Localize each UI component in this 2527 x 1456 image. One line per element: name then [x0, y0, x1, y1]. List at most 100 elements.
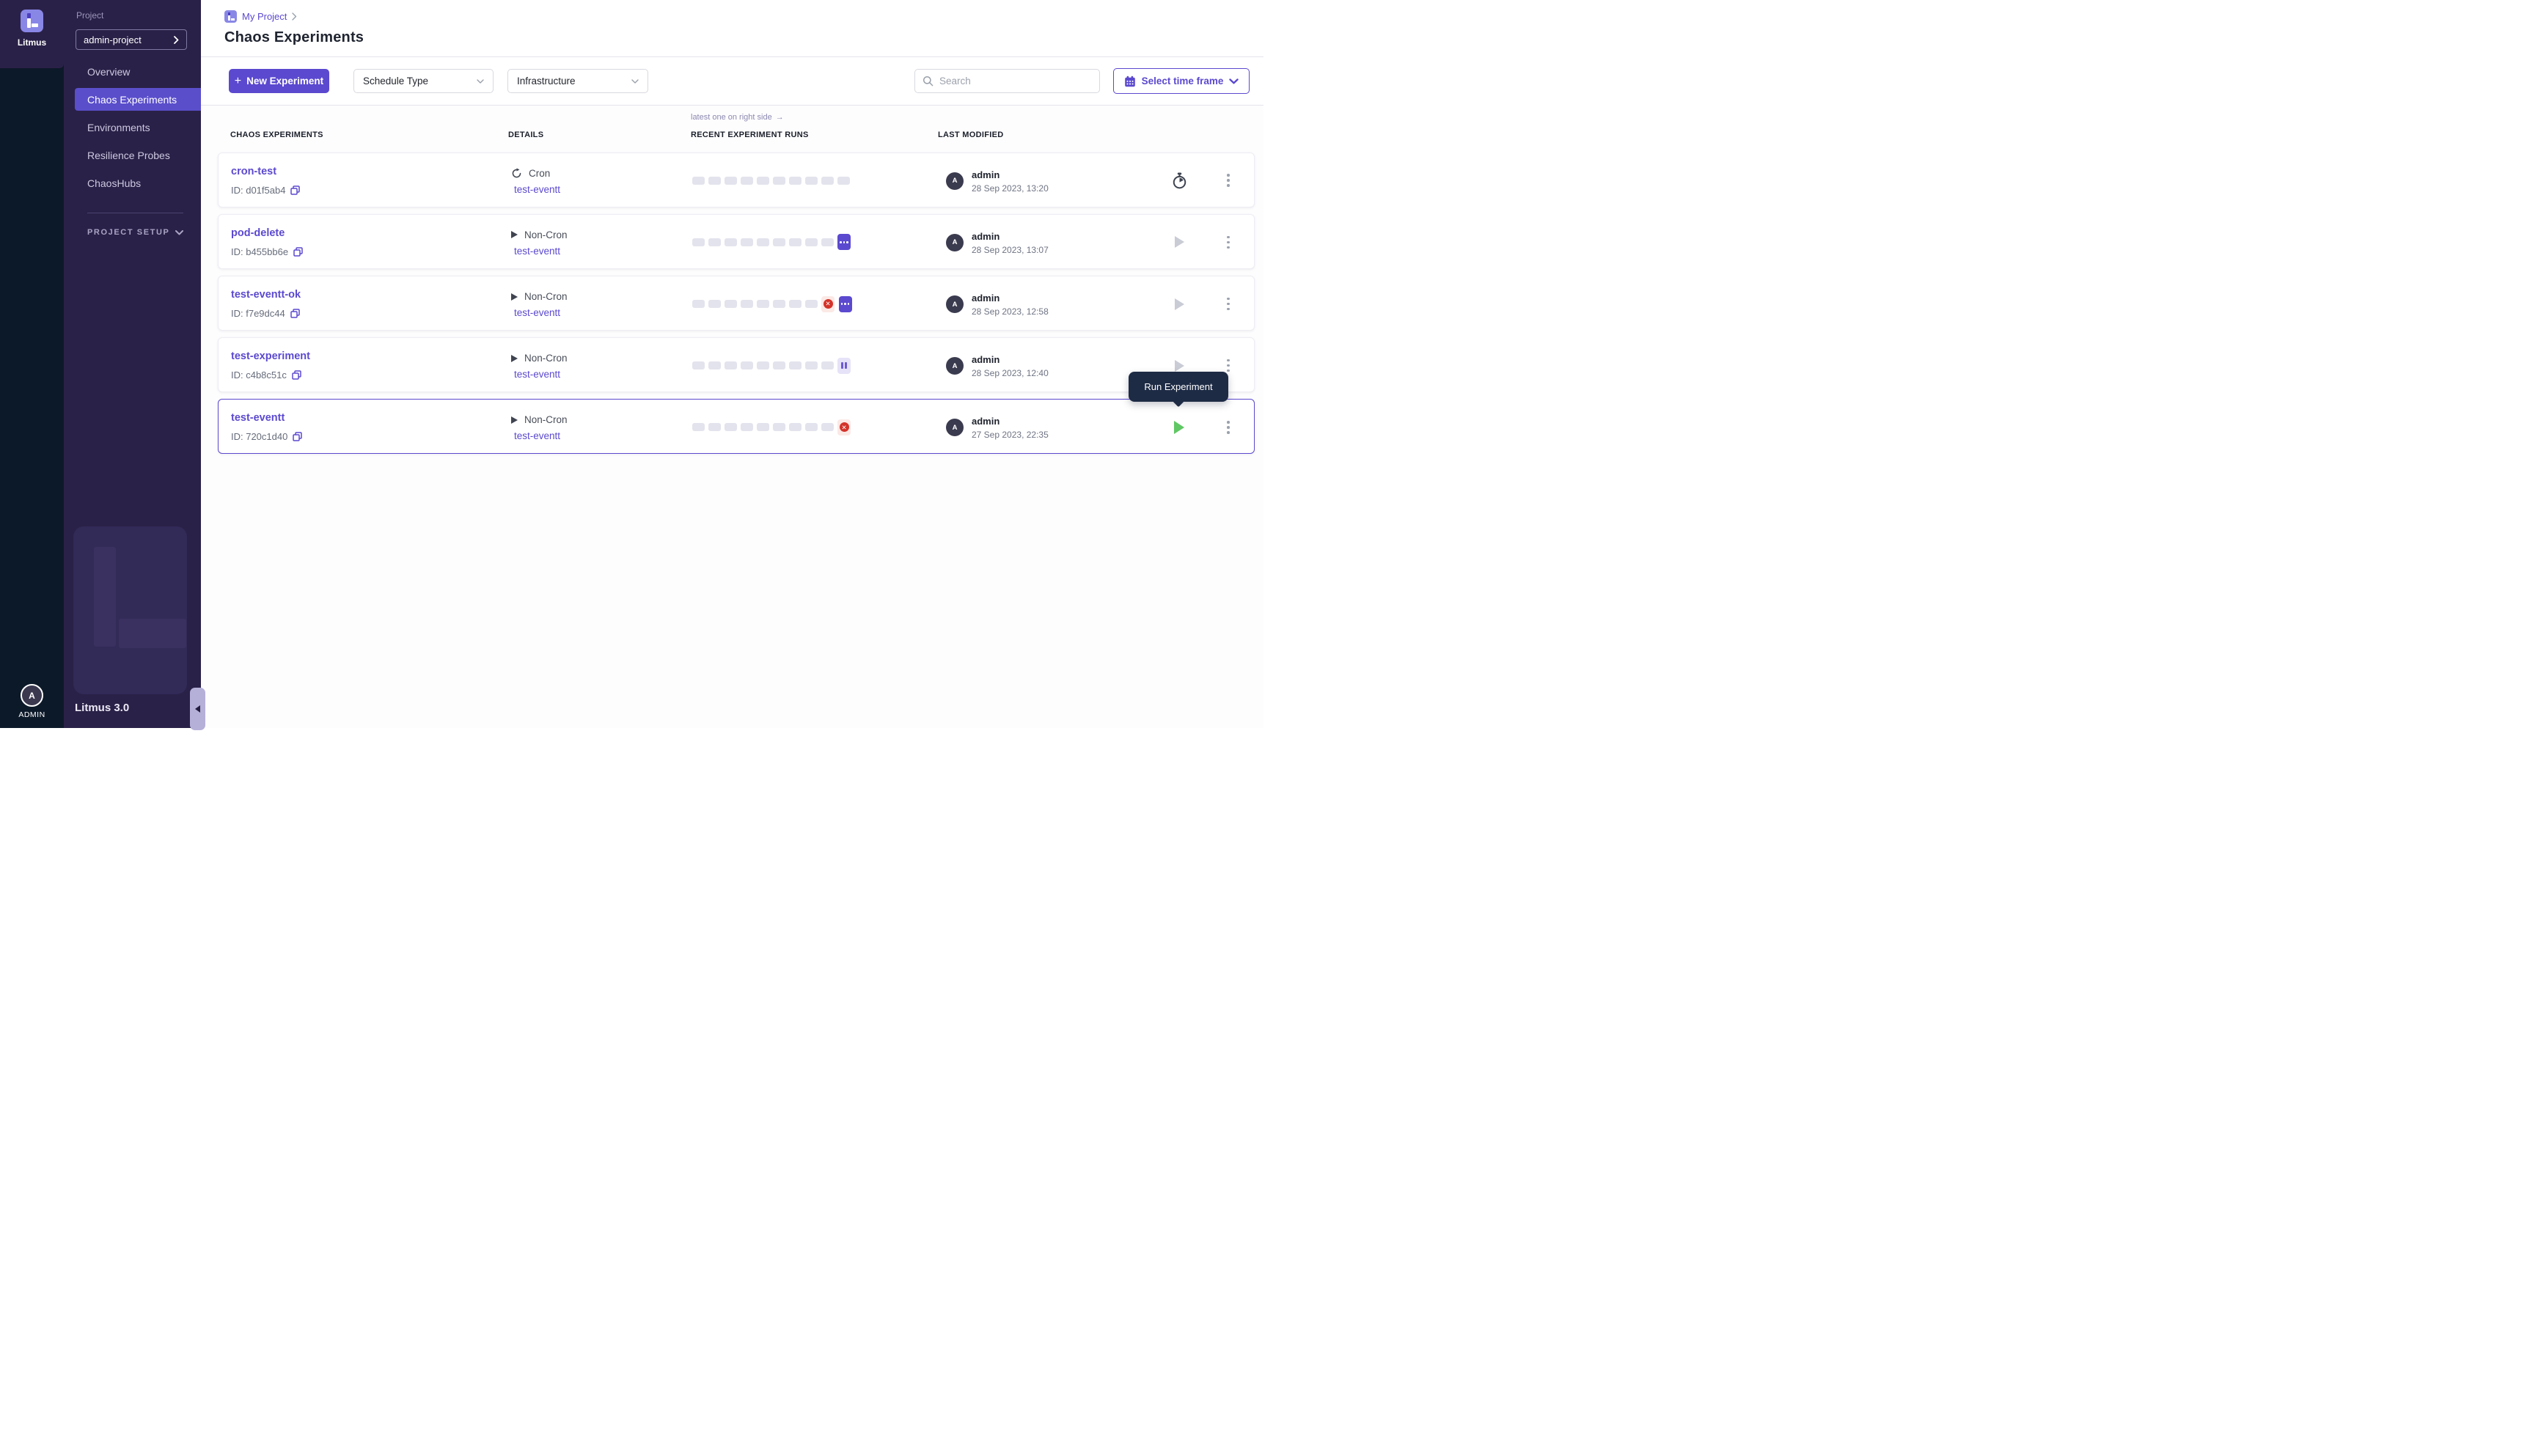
run-history-bar[interactable]: [805, 300, 818, 308]
run-history-bar[interactable]: [805, 361, 818, 369]
run-history-bar[interactable]: [725, 177, 737, 185]
table-row[interactable]: cron-testID: d01f5ab4Crontest-eventtAadm…: [218, 152, 1255, 207]
run-history-bar[interactable]: [692, 177, 705, 185]
schedule-type-dropdown[interactable]: Schedule Type: [353, 69, 494, 93]
run-status-failed[interactable]: ✕: [837, 419, 851, 435]
breadcrumb-my-project[interactable]: My Project: [242, 11, 287, 22]
run-history-bar[interactable]: [789, 238, 802, 246]
run-status-failed[interactable]: ✕: [821, 296, 835, 312]
collapse-arrow-icon: [195, 705, 200, 713]
search-input[interactable]: [939, 76, 1092, 87]
run-history-bar[interactable]: [708, 423, 721, 431]
run-history-bar[interactable]: [773, 361, 785, 369]
run-history-bar[interactable]: [692, 300, 705, 308]
run-history-bar[interactable]: [805, 423, 818, 431]
project-logo-icon[interactable]: [224, 10, 237, 23]
run-history-bar[interactable]: [821, 238, 834, 246]
infrastructure-link[interactable]: test-eventt: [514, 307, 560, 318]
run-history-bar[interactable]: [725, 300, 737, 308]
infrastructure-link[interactable]: test-eventt: [514, 246, 560, 257]
experiment-name-link[interactable]: test-eventt-ok: [231, 289, 301, 301]
infrastructure-link[interactable]: test-eventt: [514, 430, 560, 441]
copy-icon[interactable]: [293, 247, 303, 257]
sidebar-item-resilience-probes[interactable]: Resilience Probes: [75, 144, 201, 166]
copy-icon[interactable]: [290, 185, 300, 195]
experiment-id: ID: b455bb6e: [231, 246, 288, 257]
run-experiment-button[interactable]: [1169, 215, 1189, 270]
run-history-bar[interactable]: [789, 177, 802, 185]
run-history-bar[interactable]: [757, 300, 769, 308]
experiment-name-link[interactable]: pod-delete: [231, 227, 285, 239]
schedule-type: Non-Cron: [511, 229, 568, 240]
row-menu-button[interactable]: [1222, 276, 1235, 331]
row-menu-button[interactable]: [1222, 153, 1235, 208]
run-history-bar[interactable]: [821, 177, 834, 185]
run-history-bar[interactable]: [692, 423, 705, 431]
run-history-bar[interactable]: [789, 361, 802, 369]
page-title: Chaos Experiments: [224, 29, 364, 46]
copy-icon[interactable]: [292, 370, 301, 380]
experiment-name-link[interactable]: cron-test: [231, 166, 276, 177]
run-history-bar[interactable]: [789, 423, 802, 431]
run-history-bar[interactable]: [708, 177, 721, 185]
run-history-bar[interactable]: [708, 300, 721, 308]
table-row[interactable]: test-experimentID: c4b8c51cNon-Crontest-…: [218, 337, 1255, 392]
run-history-bar[interactable]: [757, 361, 769, 369]
run-history-bar[interactable]: [805, 177, 818, 185]
run-history-bar[interactable]: [773, 423, 785, 431]
sidebar-item-chaos-experiments[interactable]: Chaos Experiments: [75, 88, 201, 111]
run-history-bar[interactable]: [773, 238, 785, 246]
sidebar-item-environments[interactable]: Environments: [75, 116, 201, 139]
run-history-bar[interactable]: [741, 238, 753, 246]
sidebar-item-project-setup[interactable]: PROJECT SETUP: [87, 228, 183, 237]
run-status-running[interactable]: [837, 234, 851, 250]
run-history-bar[interactable]: [757, 238, 769, 246]
run-history-bar[interactable]: [789, 300, 802, 308]
table-row[interactable]: test-eventtID: 720c1d40Non-Crontest-even…: [218, 399, 1255, 454]
sidebar-item-overview[interactable]: Overview: [75, 60, 201, 83]
run-history-bar[interactable]: [821, 423, 834, 431]
copy-icon[interactable]: [293, 432, 302, 441]
run-history-bar[interactable]: [725, 361, 737, 369]
user-avatar[interactable]: A: [21, 684, 43, 707]
run-experiment-button[interactable]: [1169, 400, 1189, 455]
run-history-bar[interactable]: [741, 300, 753, 308]
run-history-bar[interactable]: [725, 238, 737, 246]
run-status-running[interactable]: [839, 296, 852, 312]
infrastructure-link[interactable]: test-eventt: [514, 369, 560, 380]
run-status-paused[interactable]: [837, 358, 851, 374]
experiment-name-link[interactable]: test-experiment: [231, 350, 310, 362]
run-history-bar[interactable]: [692, 361, 705, 369]
experiment-name-link[interactable]: test-eventt: [231, 412, 285, 424]
table-row[interactable]: test-eventt-okID: f7e9dc44Non-Crontest-e…: [218, 276, 1255, 331]
run-history-bar[interactable]: [773, 300, 785, 308]
run-experiment-button[interactable]: [1169, 153, 1189, 208]
litmus-logo-icon[interactable]: [21, 10, 43, 32]
run-history-bar[interactable]: [821, 361, 834, 369]
run-history-bar[interactable]: [725, 423, 737, 431]
select-time-frame-button[interactable]: Select time frame: [1113, 68, 1250, 94]
run-history-bar[interactable]: [837, 177, 850, 185]
run-history-bar[interactable]: [708, 238, 721, 246]
run-history-bar[interactable]: [805, 238, 818, 246]
run-history-bar[interactable]: [708, 361, 721, 369]
row-menu-button[interactable]: [1222, 400, 1235, 455]
run-history-bar[interactable]: [741, 423, 753, 431]
run-history-bar[interactable]: [692, 238, 705, 246]
infrastructure-dropdown[interactable]: Infrastructure: [507, 69, 648, 93]
sidebar-item-chaoshubs[interactable]: ChaosHubs: [75, 172, 201, 194]
run-history-bar[interactable]: [773, 177, 785, 185]
run-history-bar[interactable]: [741, 177, 753, 185]
run-history-bar[interactable]: [757, 423, 769, 431]
project-selector[interactable]: admin-project: [76, 29, 187, 50]
infrastructure-link[interactable]: test-eventt: [514, 184, 560, 195]
new-experiment-button[interactable]: + New Experiment: [229, 69, 329, 93]
row-menu-button[interactable]: [1222, 215, 1235, 270]
run-history-bar[interactable]: [741, 361, 753, 369]
table-row[interactable]: pod-delete ID: b455bb6e Non-Cron test-event…: [218, 214, 1255, 269]
sidebar-collapse-handle[interactable]: [190, 688, 205, 730]
run-experiment-button[interactable]: [1169, 276, 1189, 331]
copy-icon[interactable]: [290, 309, 300, 318]
search-container: [914, 69, 1100, 93]
run-history-bar[interactable]: [757, 177, 769, 185]
